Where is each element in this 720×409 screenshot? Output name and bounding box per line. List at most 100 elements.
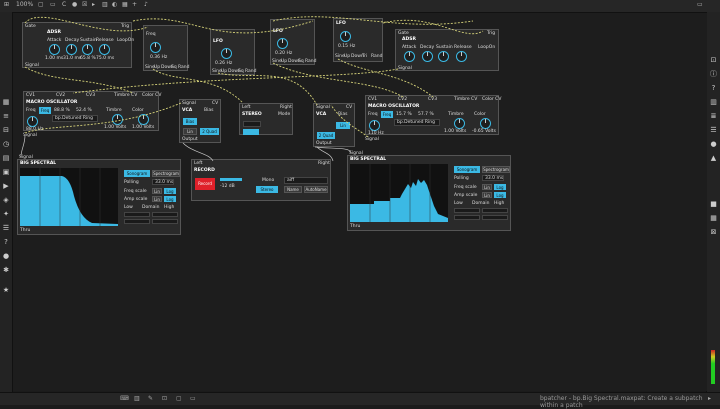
- vca2-lin-button[interactable]: Lin: [336, 122, 350, 129]
- spec1-low-field-2[interactable]: [124, 219, 150, 224]
- sidebar-objects-icon[interactable]: ⊟: [2, 126, 10, 134]
- stack-icon[interactable]: ≣: [709, 112, 718, 120]
- rec-record-button[interactable]: Record: [195, 178, 215, 190]
- lfo2-wave-sq[interactable]: Sq: [238, 69, 244, 74]
- lfo1-freq-knob[interactable]: [150, 42, 161, 53]
- osc1-mode-menu[interactable]: bp.Detuned Ring: [52, 115, 98, 122]
- bell-icon[interactable]: ♪: [144, 1, 148, 8]
- spec2-amp-log-button[interactable]: Log: [494, 192, 506, 198]
- message-icon[interactable]: ▭: [50, 1, 56, 8]
- help-icon[interactable]: ?: [709, 84, 718, 92]
- sidebar-info-icon[interactable]: ●: [2, 252, 10, 260]
- spec1-freq-lin-button[interactable]: Lin: [152, 188, 162, 194]
- lfo1-wave-rand[interactable]: Rand: [178, 65, 190, 70]
- sidebar-help-icon[interactable]: ?: [2, 238, 10, 246]
- osc1-freq-button[interactable]: Freq: [39, 107, 51, 114]
- chat-icon[interactable]: ▭: [190, 395, 196, 402]
- lfo2-wave-rand[interactable]: Rand: [245, 69, 257, 74]
- lfo1-wave-up[interactable]: Up: [154, 65, 160, 70]
- volume-meter[interactable]: [711, 350, 715, 384]
- decay-knob[interactable]: [66, 44, 77, 55]
- spec2-amp-lin-button[interactable]: Lin: [482, 192, 492, 198]
- spec2-low-field[interactable]: [454, 208, 480, 213]
- grid-icon[interactable]: ▦: [709, 214, 718, 222]
- lfo1-wave-sq[interactable]: Sq: [171, 65, 177, 70]
- chevron-right-icon[interactable]: ▸: [708, 395, 711, 402]
- spec1-freq-log-button[interactable]: Log: [164, 188, 176, 194]
- patchcord[interactable]: [272, 62, 404, 98]
- lfo3-wave-rand[interactable]: Rand: [305, 59, 317, 64]
- sidebar-media-icon[interactable]: ▶: [2, 182, 10, 190]
- osc2-timbre-knob[interactable]: [454, 118, 465, 129]
- lfo-module-1[interactable]: Freq 0.36 Hz Sine Up Down Sq Rand: [143, 25, 190, 71]
- adsr-module-1[interactable]: Gate Trig ADSR Attack Decay Sustain Rele…: [22, 22, 134, 68]
- sidebar-clock-icon[interactable]: ◷: [2, 140, 10, 148]
- vca1-bias-button[interactable]: Bias: [183, 118, 197, 125]
- sidebar-gear-icon[interactable]: ✦: [2, 210, 10, 218]
- grid-icon[interactable]: ▦: [122, 1, 128, 8]
- piano-icon[interactable]: ▥: [134, 395, 140, 402]
- add-icon[interactable]: +: [132, 1, 137, 8]
- record-icon[interactable]: ●: [709, 140, 718, 148]
- lfo3-wave-sq[interactable]: Sq: [298, 59, 304, 64]
- osc1-timbre-knob[interactable]: [112, 114, 123, 125]
- rec-autoname-button[interactable]: AutoName: [304, 186, 328, 193]
- warning-icon[interactable]: ▲: [709, 154, 718, 162]
- vca1-lin-button[interactable]: Lin: [183, 128, 197, 135]
- patchcord[interactable]: [24, 66, 134, 94]
- osc2-color-knob[interactable]: [480, 118, 491, 129]
- adsr-module-2[interactable]: Gate Trig ADSR Attack Decay Sustain Rele…: [395, 29, 499, 71]
- chart-icon[interactable]: ▥: [709, 98, 718, 106]
- adsr2-release-knob[interactable]: [456, 51, 467, 62]
- spec2-freq-log-button[interactable]: Log: [494, 184, 506, 190]
- patchcord2[interactable]: [314, 146, 352, 154]
- sidebar-list-icon[interactable]: ☰: [2, 224, 10, 232]
- adsr2-decay-knob[interactable]: [422, 51, 433, 62]
- minimize-icon[interactable]: ▭: [697, 1, 703, 8]
- osc2-freq-button[interactable]: Freq: [381, 111, 393, 118]
- dial-icon[interactable]: ◐: [112, 1, 117, 8]
- stop-icon[interactable]: ■: [709, 200, 718, 208]
- spec1-amp-lin-button[interactable]: Lin: [152, 196, 162, 202]
- sustain-knob[interactable]: [82, 44, 93, 55]
- vca-module-1[interactable]: Signal CV VCA Bias Bias Lin 2 Quad Outpu…: [179, 99, 221, 143]
- spec1-high-field[interactable]: [152, 212, 178, 217]
- patchcord[interactable]: [217, 72, 318, 106]
- spec1-low-field[interactable]: [124, 212, 150, 217]
- sidebar-grid-icon[interactable]: ▦: [2, 98, 10, 106]
- spec1-sonogram-button[interactable]: Sonogram: [124, 170, 150, 177]
- spec2-high-field-2[interactable]: [482, 215, 508, 220]
- lfo4-freq-knob[interactable]: [340, 31, 351, 42]
- lfo4-wave-up[interactable]: Up: [344, 54, 350, 59]
- comment-icon[interactable]: C: [62, 1, 66, 8]
- attack-knob[interactable]: [49, 44, 60, 55]
- macro-oscillator-1[interactable]: CV1 CV2 CV3 Timbre CV Color CV MACRO OSC…: [23, 91, 161, 132]
- patcher-canvas[interactable]: Gate Trig ADSR Attack Decay Sustain Rele…: [13, 13, 707, 391]
- lfo4-wave-rand[interactable]: Rand: [371, 54, 383, 59]
- lock-icon[interactable]: ⊞: [4, 1, 9, 8]
- new-object-icon[interactable]: ▢: [38, 1, 44, 8]
- keyboard-icon[interactable]: ⌨: [120, 395, 129, 402]
- snap-icon[interactable]: ⊠: [709, 228, 718, 236]
- macro-oscillator-2[interactable]: CV1 CV2 CV3 Timbre CV Color CV MACRO OSC…: [365, 95, 501, 136]
- lfo2-freq-knob[interactable]: [221, 48, 232, 59]
- lfo4-wave-tri[interactable]: Tri: [362, 54, 367, 59]
- record-module[interactable]: Left Right RECORD Record -12 dB Mono Ste…: [191, 159, 331, 201]
- stereo-level-slider[interactable]: [243, 121, 261, 127]
- stereo-module[interactable]: Left Right STEREO Mode: [239, 103, 293, 135]
- patchcord2[interactable]: [20, 134, 26, 158]
- spec1-high-field-2[interactable]: [152, 219, 178, 224]
- info-icon[interactable]: ⓘ: [709, 70, 718, 78]
- adsr2-sustain-knob[interactable]: [438, 51, 449, 62]
- sidebar-folder-icon[interactable]: ▤: [2, 154, 10, 162]
- lfo3-wave-up[interactable]: Up: [281, 59, 287, 64]
- sidebar-layers-icon[interactable]: ≡: [2, 112, 10, 120]
- inspector-icon[interactable]: ⊡: [709, 56, 718, 64]
- vca1-quad-button[interactable]: 2 Quad: [200, 128, 219, 135]
- sidebar-image-icon[interactable]: ▣: [2, 168, 10, 176]
- spec2-freq-lin-button[interactable]: Lin: [482, 184, 492, 190]
- rec-name-button[interactable]: Name: [284, 186, 302, 193]
- osc1-color-knob[interactable]: [138, 114, 149, 125]
- spec2-spectrogram-button[interactable]: Spectrogram: [482, 166, 510, 173]
- sidebar-settings-icon[interactable]: ✱: [2, 266, 10, 274]
